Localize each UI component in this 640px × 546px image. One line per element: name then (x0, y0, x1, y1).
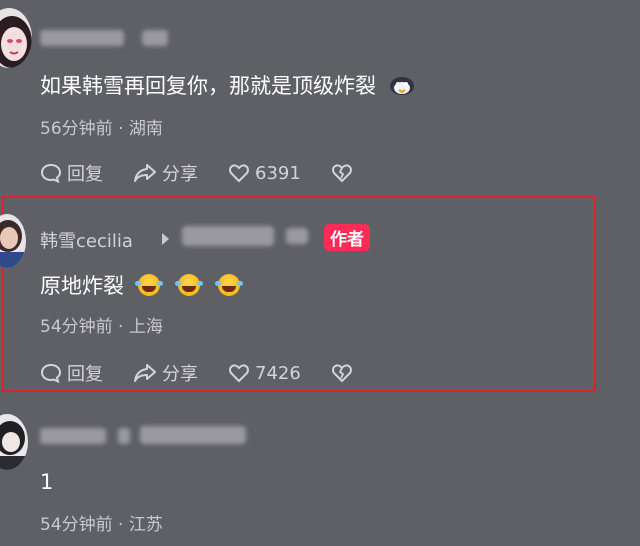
comment-bubble-icon (40, 163, 62, 184)
broken-heart-icon (331, 164, 352, 183)
reply-target-username-blurred (182, 226, 274, 246)
comment-meta: 54分钟前 · 江苏 (40, 515, 163, 535)
reply-label: 回复 (67, 364, 103, 385)
dislike-button[interactable] (331, 162, 353, 184)
username-blurred (40, 428, 106, 444)
like-button[interactable]: 6391 (228, 162, 301, 184)
avatar[interactable] (0, 414, 28, 470)
reply-label: 回复 (67, 164, 103, 185)
username-blurred (142, 30, 168, 46)
reply-button[interactable]: 回复 (40, 160, 103, 186)
heart-icon (229, 164, 249, 183)
share-arrow-icon (134, 164, 156, 182)
username-blurred (140, 426, 246, 444)
laughing-emoji-icon (135, 274, 160, 296)
comment-actions: 回复 分享 6391 (40, 160, 383, 186)
avatar[interactable] (0, 8, 32, 68)
comment-bubble-icon (40, 363, 62, 384)
share-button[interactable]: 分享 (133, 160, 198, 186)
username-blurred (118, 428, 130, 444)
share-button[interactable]: 分享 (133, 360, 198, 386)
avatar-illustration-icon (0, 16, 32, 68)
share-arrow-icon (134, 364, 156, 382)
triangle-arrow-icon (162, 233, 169, 245)
dislike-button[interactable] (331, 362, 353, 384)
like-count: 7426 (255, 362, 301, 384)
broken-heart-icon (331, 364, 352, 383)
comment-text: 原地炸裂 (40, 270, 240, 300)
reply-target-username-blurred (286, 228, 308, 244)
avatar-illustration-icon (0, 421, 26, 470)
share-label: 分享 (162, 364, 198, 385)
laughing-emoji-icon (215, 274, 240, 296)
comment-meta: 56分钟前 · 湖南 (40, 119, 163, 139)
comment-actions: 回复 分享 7426 (40, 360, 383, 386)
share-label: 分享 (162, 164, 198, 185)
username-blurred (40, 30, 124, 46)
penguin-emoji-icon (389, 77, 414, 95)
comment-text: 如果韩雪再回复你，那就是顶级炸裂 (40, 70, 415, 100)
like-button[interactable]: 7426 (228, 362, 301, 384)
laughing-emoji-icon (175, 274, 200, 296)
heart-icon (229, 364, 249, 383)
reply-button[interactable]: 回复 (40, 360, 103, 386)
comment-text: 1 (40, 470, 54, 494)
comment-meta: 54分钟前 · 上海 (40, 317, 163, 337)
author-username[interactable]: 韩雪cecilia (40, 227, 133, 253)
like-count: 6391 (255, 162, 301, 184)
author-badge: 作者 (324, 224, 370, 251)
